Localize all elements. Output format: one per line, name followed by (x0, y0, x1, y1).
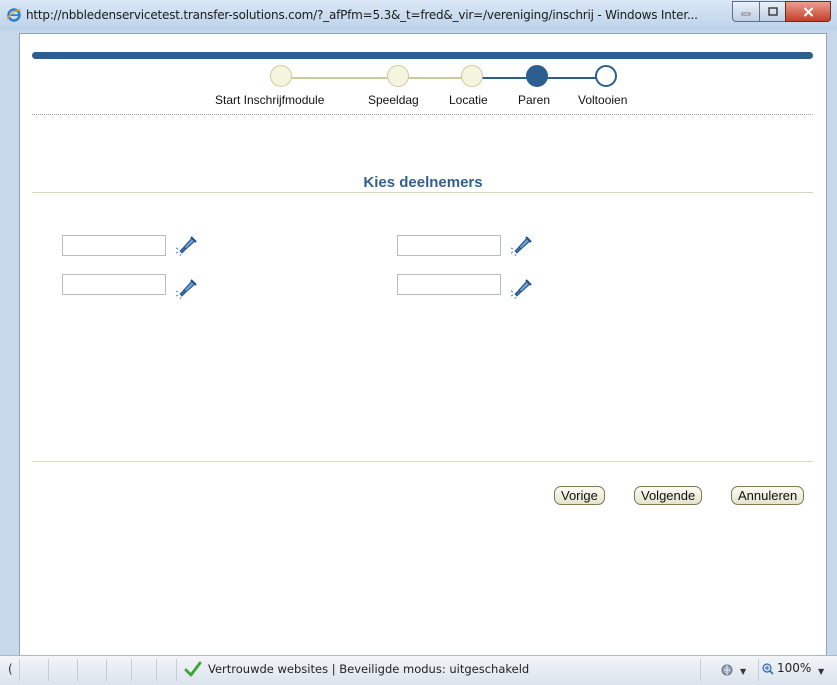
zoom-level[interactable]: 100% (777, 661, 811, 675)
train-stop-speeldag[interactable] (387, 65, 409, 87)
close-button[interactable] (785, 1, 831, 22)
status-cell (49, 659, 78, 681)
cancel-button[interactable]: Annuleren (731, 486, 805, 505)
page-content: Start Inschrijfmodule Speeldag Locatie P… (19, 33, 827, 657)
title-bar: http://nbbledenservicetest.transfer-solu… (0, 0, 837, 30)
header-separator (32, 192, 813, 193)
flashlight-search-icon[interactable] (510, 277, 532, 299)
status-cell (540, 659, 701, 681)
next-button[interactable]: Volgende (634, 486, 703, 505)
train-stop-locatie[interactable] (461, 65, 483, 87)
checkmark-icon (184, 661, 202, 677)
participant-field-3[interactable] (62, 274, 166, 295)
train-label-locatie[interactable]: Locatie (449, 93, 488, 107)
window-title: http://nbbledenservicetest.transfer-solu… (26, 8, 698, 22)
close-icon (803, 6, 813, 17)
participant-field-4[interactable] (397, 274, 501, 295)
status-cell (107, 659, 132, 681)
minimize-icon (741, 12, 751, 15)
window-controls (732, 1, 831, 22)
minimize-button[interactable] (732, 1, 759, 22)
status-cell (752, 659, 759, 681)
status-cell (157, 659, 177, 681)
flashlight-search-icon[interactable] (175, 234, 197, 256)
previous-button[interactable]: Vorige (554, 486, 605, 505)
maximize-icon (767, 7, 778, 16)
train-divider (32, 114, 813, 115)
zoom-icon[interactable] (762, 663, 774, 675)
chevron-down-icon[interactable]: ▼ (818, 667, 824, 676)
participant-field-1[interactable] (62, 235, 166, 256)
flashlight-search-icon[interactable] (175, 277, 197, 299)
branding-bar (32, 52, 813, 59)
train-label-voltooien: Voltooien (578, 93, 628, 107)
browser-window: http://nbbledenservicetest.transfer-solu… (0, 0, 837, 685)
train-stop-voltooien (595, 65, 617, 87)
status-cell (0, 659, 20, 681)
maximize-button[interactable] (759, 1, 785, 22)
train-label-speeldag[interactable]: Speeldag (368, 93, 419, 107)
chevron-down-icon[interactable]: ▼ (740, 667, 746, 676)
protected-mode-icon[interactable] (720, 662, 736, 678)
status-cell (20, 659, 49, 681)
participant-field-2[interactable] (397, 235, 501, 256)
page-title: Kies deelnemers (363, 174, 483, 191)
footer-separator (32, 461, 813, 462)
status-cell (78, 659, 107, 681)
train-label-start[interactable]: Start Inschrijfmodule (215, 93, 324, 107)
status-bar: ( Vertrouwde websites | Beveiligde modus… (0, 655, 837, 685)
flashlight-search-icon[interactable] (510, 234, 532, 256)
status-cell (132, 659, 157, 681)
train-stop-paren (526, 65, 548, 87)
process-train: Start Inschrijfmodule Speeldag Locatie P… (20, 64, 826, 124)
train-label-paren: Paren (518, 93, 551, 107)
security-zone-text[interactable]: Vertrouwde websites | Beveiligde modus: … (208, 662, 529, 676)
internet-explorer-icon (6, 8, 22, 22)
train-stop-start[interactable] (270, 65, 292, 87)
